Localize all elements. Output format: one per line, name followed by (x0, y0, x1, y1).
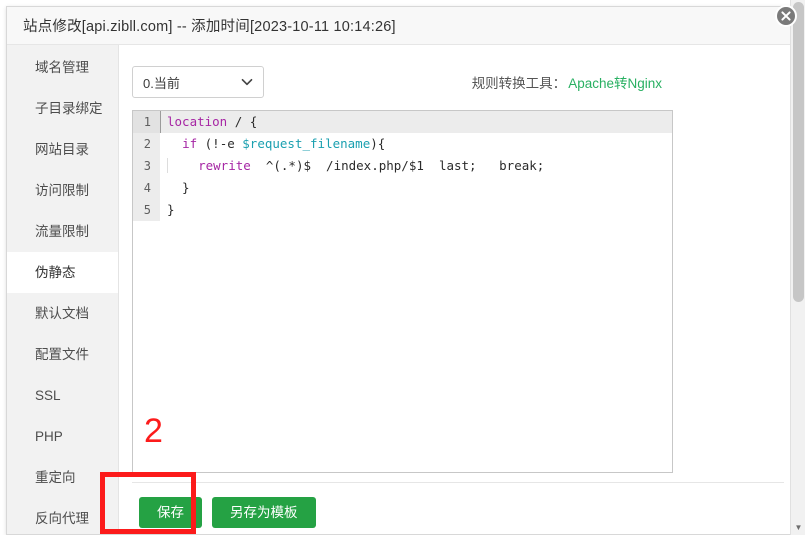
code-token: location (167, 114, 227, 129)
dialog-body: 域名管理 子目录绑定 网站目录 访问限制 流量限制 伪静态 默认文档 配置文件 … (7, 45, 798, 534)
code-token: rewrite (198, 158, 251, 173)
save-as-template-button[interactable]: 另存为模板 (212, 497, 316, 528)
line-number: 2 (133, 133, 160, 155)
code-content: location / { (160, 111, 672, 133)
page-scrollbar[interactable]: ▲ ▼ (790, 0, 805, 535)
code-content: } (160, 177, 672, 199)
sidebar-item-reverse-proxy[interactable]: 反向代理 (7, 498, 118, 535)
chevron-down-icon (239, 74, 255, 90)
code-content: if (!-e $request_filename){ (160, 133, 672, 155)
code-line: 3 rewrite ^(.*)$ /index.php/$1 last; bre… (133, 155, 672, 177)
code-token: } (167, 180, 190, 195)
code-content: } (160, 199, 672, 221)
sidebar-item-ssl[interactable]: SSL (7, 375, 118, 416)
code-line: 4 } (133, 177, 672, 199)
sidebar-item-subdirectory[interactable]: 子目录绑定 (7, 88, 118, 129)
footer-actions: 保存 另存为模板 (139, 497, 316, 528)
rewrite-code-editor[interactable]: 1 location / { 2 if (!-e $request_filena… (132, 110, 673, 473)
site-modify-dialog: 站点修改[api.zibll.com] -- 添加时间[2023-10-11 1… (6, 6, 799, 535)
code-token (167, 136, 182, 151)
sidebar-item-traffic-limit[interactable]: 流量限制 (7, 211, 118, 252)
dialog-header: 站点修改[api.zibll.com] -- 添加时间[2023-10-11 1… (7, 7, 798, 45)
code-token: } (167, 202, 175, 217)
code-content: rewrite ^(.*)$ /index.php/$1 last; break… (160, 155, 672, 177)
code-line: 2 if (!-e $request_filename){ (133, 133, 672, 155)
sidebar-item-default-document[interactable]: 默认文档 (7, 293, 118, 334)
rule-select[interactable]: 0.当前 (132, 66, 264, 98)
line-number: 4 (133, 177, 160, 199)
dialog-title: 站点修改[api.zibll.com] -- 添加时间[2023-10-11 1… (23, 15, 396, 36)
close-icon[interactable] (775, 5, 797, 27)
apache-to-nginx-link[interactable]: Apache转Nginx (568, 76, 662, 91)
converter-tools: 规则转换工具：Apache转Nginx (472, 72, 662, 92)
footer-divider (132, 482, 784, 483)
sidebar-item-php[interactable]: PHP (7, 416, 118, 457)
code-token: ){ (370, 136, 385, 151)
settings-sidebar: 域名管理 子目录绑定 网站目录 访问限制 流量限制 伪静态 默认文档 配置文件 … (7, 45, 119, 534)
sidebar-item-domain[interactable]: 域名管理 (7, 47, 118, 88)
sidebar-item-config-file[interactable]: 配置文件 (7, 334, 118, 375)
scrollbar-thumb[interactable] (793, 2, 804, 302)
code-token: if (182, 136, 197, 151)
sidebar-item-redirect[interactable]: 重定向 (7, 457, 118, 498)
rewrite-panel: 0.当前 规则转换工具：Apache转Nginx 1 (119, 45, 798, 534)
code-token: ^(.*)$ /index.php/$1 last; break; (251, 158, 545, 173)
code-token: / { (227, 114, 257, 129)
line-number: 3 (133, 155, 160, 177)
rule-select-value: 0.当前 (143, 73, 239, 92)
code-token: (!-e (197, 136, 242, 151)
code-token: $request_filename (242, 136, 370, 151)
line-number: 5 (133, 199, 160, 221)
converter-label: 规则转换工具： (472, 76, 567, 91)
sidebar-item-access-limit[interactable]: 访问限制 (7, 170, 118, 211)
code-line: 1 location / { (133, 111, 672, 133)
sidebar-item-site-directory[interactable]: 网站目录 (7, 129, 118, 170)
code-token (167, 158, 198, 173)
code-line: 5 } (133, 199, 672, 221)
rewrite-toolbar: 0.当前 规则转换工具：Apache转Nginx (119, 45, 798, 107)
save-button[interactable]: 保存 (139, 497, 202, 528)
screenshot-root: 站点修改[api.zibll.com] -- 添加时间[2023-10-11 1… (0, 0, 805, 535)
scroll-down-arrow[interactable]: ▼ (791, 520, 805, 535)
sidebar-item-rewrite[interactable]: 伪静态 (7, 252, 118, 293)
line-number: 1 (133, 111, 160, 133)
